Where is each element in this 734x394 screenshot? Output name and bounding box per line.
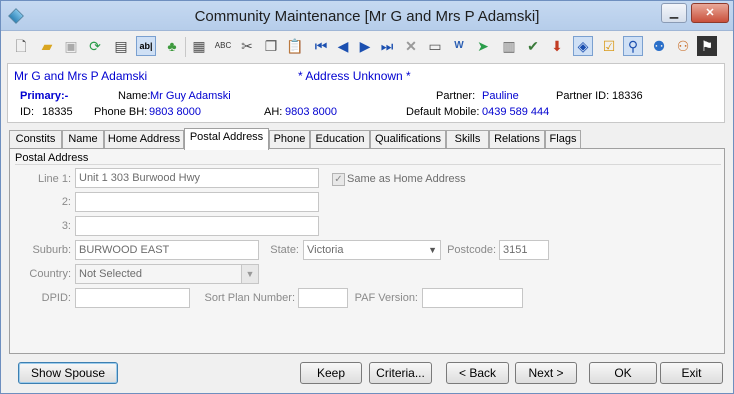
first-record-icon[interactable]: ⏮	[311, 36, 331, 56]
next-record-icon[interactable]: ▶	[355, 36, 375, 56]
country-select[interactable]: Not Selected ▼	[75, 264, 259, 284]
line3-field[interactable]	[75, 216, 319, 236]
id-value: 18335	[42, 106, 73, 118]
partner-label: Partner:	[436, 90, 476, 102]
tab-relations[interactable]: Relations	[489, 130, 545, 149]
tag-icon[interactable]: ◈	[573, 36, 593, 56]
flag-icon[interactable]: ⚑	[697, 36, 717, 56]
country-label: Country:	[29, 268, 71, 280]
card-icon[interactable]: ▭	[425, 36, 445, 56]
show-spouse-button[interactable]: Show Spouse	[18, 362, 118, 384]
name-value: Mr Guy Adamski	[150, 90, 231, 102]
text-field-icon[interactable]: ab|	[136, 36, 156, 56]
calculator-icon[interactable]: ▦	[189, 36, 209, 56]
next-button[interactable]: Next >	[515, 362, 577, 384]
copy-icon[interactable]: ❐	[261, 36, 281, 56]
cut-icon[interactable]: ✂	[237, 36, 257, 56]
checklist-icon[interactable]: ☑	[599, 36, 619, 56]
group-icon[interactable]: ⚇	[673, 36, 693, 56]
id-label: ID:	[20, 106, 35, 118]
delete-icon[interactable]: ✕	[401, 36, 421, 56]
phone-bh-label: Phone BH:	[94, 106, 148, 118]
download-icon[interactable]: ⬇	[547, 36, 567, 56]
display-name: Mr G and Mrs P Adamski	[14, 69, 148, 83]
title-bar[interactable]: Community Maintenance [Mr G and Mrs P Ad…	[1, 1, 733, 31]
people-icon[interactable]: ⚉	[649, 36, 669, 56]
clipboard-icon[interactable]: ▥	[499, 36, 519, 56]
community-maintenance-window: Community Maintenance [Mr G and Mrs P Ad…	[0, 0, 734, 394]
chevron-down-icon: ▼	[241, 265, 258, 283]
sort-plan-number-label: Sort Plan Number:	[204, 292, 295, 304]
default-mobile-value: 0439 589 444	[482, 106, 550, 118]
previous-record-icon[interactable]: ◀	[333, 36, 353, 56]
ah-label: AH:	[264, 106, 283, 118]
back-button[interactable]: < Back	[446, 362, 509, 384]
suburb-label: Suburb:	[32, 244, 71, 256]
tab-home-address[interactable]: Home Address	[104, 130, 184, 149]
toolbar-separator	[185, 37, 186, 57]
criteria-button[interactable]: Criteria...	[369, 362, 432, 384]
partner-id-label: Partner ID:	[556, 90, 610, 102]
word-doc-icon[interactable]: W	[449, 36, 469, 56]
refresh-icon[interactable]: ⟳	[85, 36, 105, 56]
postcode-field[interactable]: 3151	[499, 240, 549, 260]
partner-value: Pauline	[482, 90, 519, 102]
tab-phone[interactable]: Phone	[269, 130, 310, 149]
pin-icon[interactable]: ⚲	[623, 36, 643, 56]
state-select[interactable]: Victoria ▼	[303, 240, 441, 260]
print-icon[interactable]: ▤	[111, 36, 131, 56]
exit-button[interactable]: Exit	[660, 362, 723, 384]
partner-id-value: 18336	[612, 90, 643, 102]
postcode-label: Postcode:	[447, 244, 496, 256]
last-record-icon[interactable]: ⏭	[377, 36, 397, 56]
tree-icon[interactable]: ♣	[162, 36, 182, 56]
line1-field[interactable]: Unit 1 303 Burwood Hwy	[75, 168, 319, 188]
paf-version-field[interactable]	[422, 288, 523, 308]
new-icon[interactable]: 🗋	[11, 36, 31, 56]
stamp-icon[interactable]: ✔	[523, 36, 543, 56]
spellcheck-icon[interactable]: ABC	[213, 36, 233, 56]
ok-button[interactable]: OK	[589, 362, 657, 384]
line2-label: 2:	[61, 196, 71, 208]
line1-label: Line 1:	[37, 173, 71, 185]
primary-label: Primary:-	[20, 90, 69, 102]
name-label: Name:	[118, 90, 151, 102]
tab-flags[interactable]: Flags	[545, 130, 581, 149]
keep-button[interactable]: Keep	[300, 362, 362, 384]
line3-label: 3:	[61, 220, 71, 232]
open-icon[interactable]: ▰	[37, 36, 57, 56]
ah-value: 9803 8000	[285, 106, 337, 118]
state-value: Victoria	[307, 244, 344, 256]
tab-constits[interactable]: Constits	[9, 130, 62, 149]
line2-field[interactable]	[75, 192, 319, 212]
window-title: Community Maintenance [Mr G and Mrs P Ad…	[194, 8, 540, 25]
dpid-label: DPID:	[41, 292, 71, 304]
tab-name[interactable]: Name	[62, 130, 104, 149]
default-mobile-label: Default Mobile:	[406, 106, 480, 118]
same-as-home-label: Same as Home Address	[347, 173, 466, 185]
save-icon[interactable]: ▣	[61, 36, 81, 56]
tab-education[interactable]: Education	[310, 130, 370, 149]
postal-address-group-title: Postal Address	[15, 152, 89, 164]
sort-plan-number-field[interactable]	[298, 288, 348, 308]
address-unknown-notice: * Address Unknown *	[298, 69, 411, 83]
suburb-field[interactable]: BURWOOD EAST	[75, 240, 259, 260]
same-as-home-checkbox[interactable]: ✓	[332, 173, 345, 186]
tab-postal-address[interactable]: Postal Address	[184, 128, 269, 150]
group-divider	[15, 164, 721, 165]
phone-bh-value: 9803 8000	[149, 106, 201, 118]
dpid-field[interactable]	[75, 288, 190, 308]
close-button[interactable]: ✕	[691, 3, 729, 23]
tab-skills[interactable]: Skills	[446, 130, 489, 149]
toolbar: 🗋 ▰ ▣ ⟳ ▤ ab| ♣ ▦ ABC ✂ ❐ 📋 ⏮ ◀ ▶ ⏭ ✕ ▭ …	[7, 33, 727, 61]
country-value: Not Selected	[79, 268, 142, 280]
tab-qualifications[interactable]: Qualifications	[370, 130, 446, 149]
minimize-button[interactable]: ▁	[661, 3, 687, 23]
forward-icon[interactable]: ➤	[473, 36, 493, 56]
paf-version-label: PAF Version:	[354, 292, 418, 304]
record-header-panel: Mr G and Mrs P Adamski * Address Unknown…	[7, 63, 725, 123]
paste-icon[interactable]: 📋	[285, 36, 305, 56]
state-label: State:	[270, 244, 299, 256]
chevron-down-icon: ▼	[428, 245, 437, 255]
